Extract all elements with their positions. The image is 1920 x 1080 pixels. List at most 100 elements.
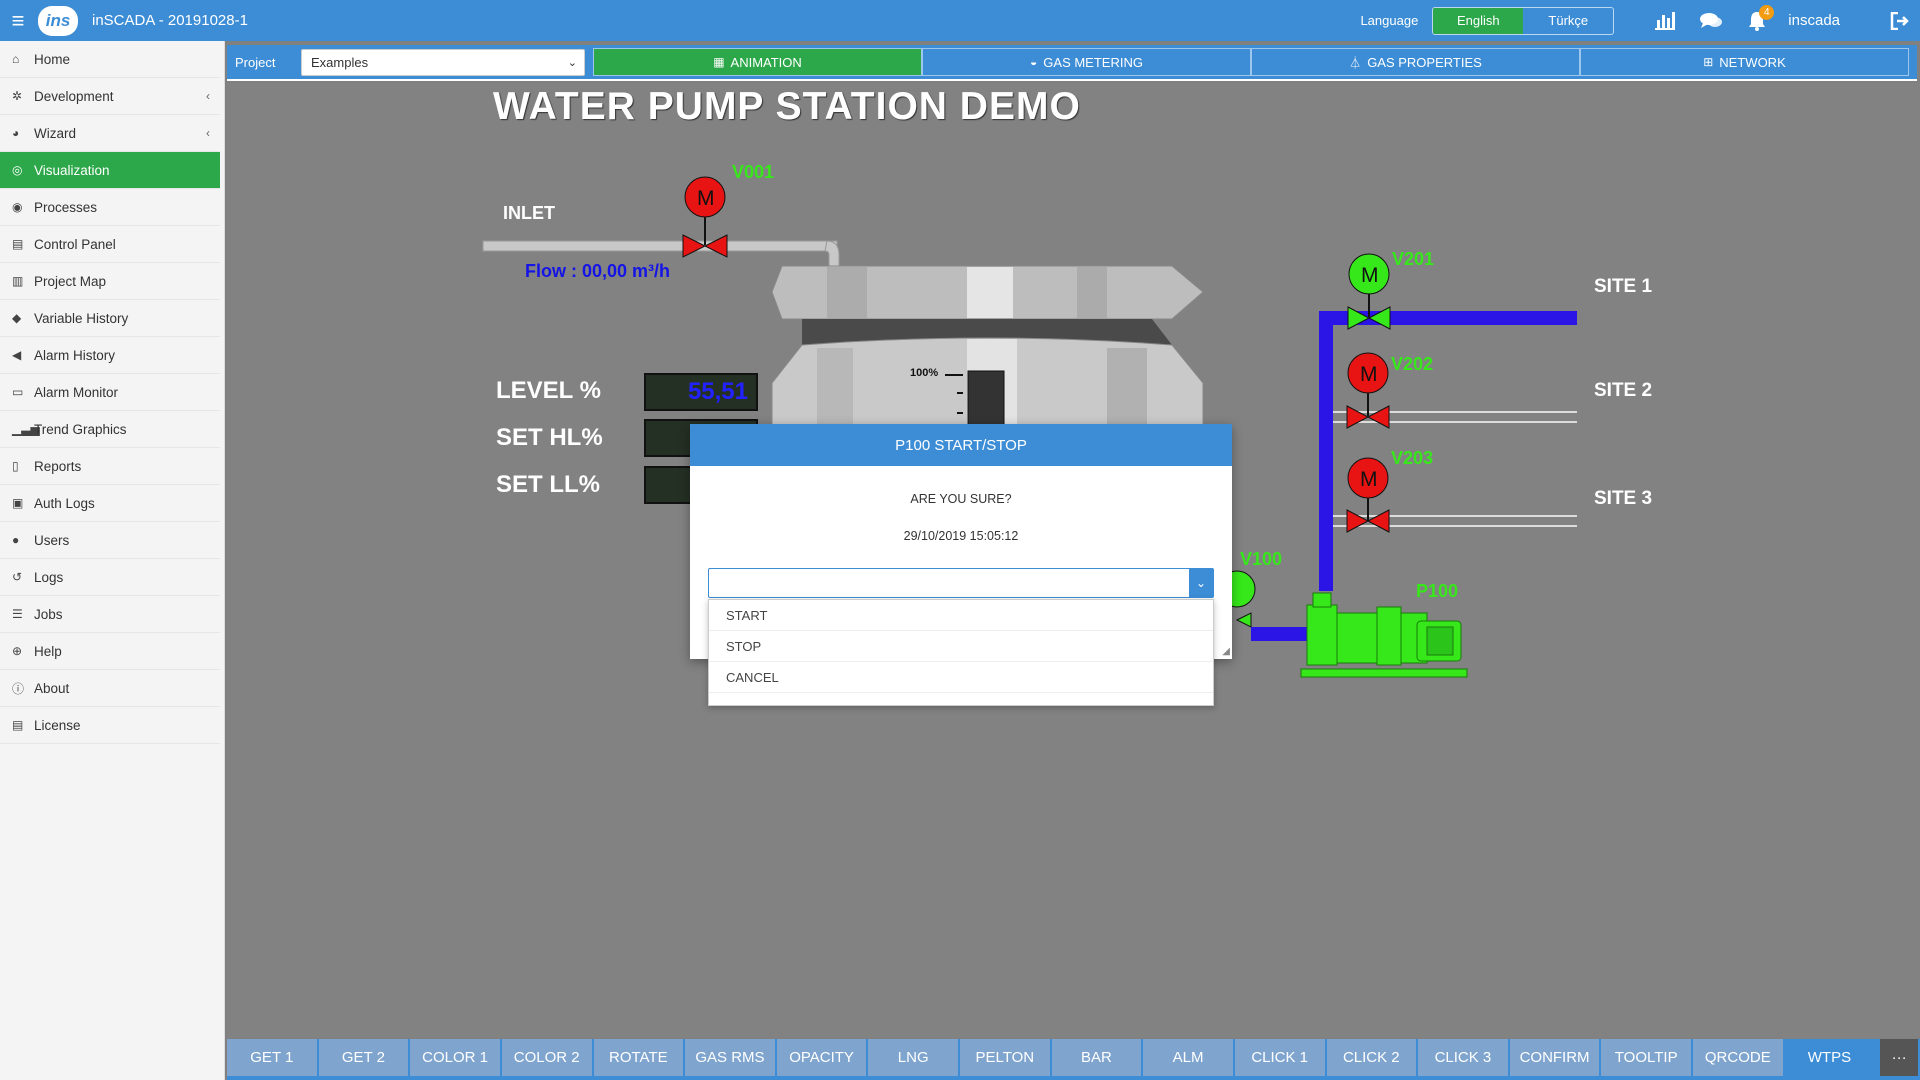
tab-tooltip[interactable]: TOOLTIP bbox=[1601, 1039, 1691, 1076]
sidebar-item-wizard[interactable]: ◕ Wizard ‹ bbox=[0, 115, 220, 152]
tab-gas-properties[interactable]: ⏃ GAS PROPERTIES bbox=[1251, 48, 1580, 76]
logout-icon[interactable] bbox=[1880, 0, 1920, 41]
valve-v202[interactable]: M bbox=[1346, 352, 1390, 429]
tab-click-1[interactable]: CLICK 1 bbox=[1234, 1039, 1325, 1076]
sidebar-item-alarm-history[interactable]: ◀ Alarm History bbox=[0, 337, 220, 374]
chevron-down-icon[interactable]: ⌄ bbox=[1189, 569, 1213, 597]
sidebar-item-label: Variable History bbox=[34, 310, 129, 326]
sidebar-item-license[interactable]: ▤ License bbox=[0, 707, 220, 744]
sidebar-item-processes[interactable]: ◉ Processes bbox=[0, 189, 220, 226]
sidebar-item-label: Processes bbox=[34, 199, 98, 215]
pdf-icon: ▯ bbox=[12, 459, 19, 473]
sidebar-item-logs[interactable]: ↺ Logs bbox=[0, 559, 220, 596]
bullhorn-icon: ◀ bbox=[12, 348, 22, 362]
sidebar-item-visualization[interactable]: ◎ Visualization bbox=[0, 152, 220, 189]
tab-label: NETWORK bbox=[1719, 54, 1786, 70]
pump-p100[interactable] bbox=[1300, 592, 1468, 678]
sidebar-item-control-panel[interactable]: ▤ Control Panel bbox=[0, 226, 220, 263]
tab-animation[interactable]: ▦ ANIMATION bbox=[593, 48, 922, 76]
sidebar-item-help[interactable]: ⊕ Help bbox=[0, 633, 220, 670]
v203-label: V203 bbox=[1391, 448, 1434, 468]
map-icon: ▥ bbox=[12, 274, 24, 288]
sidebar-item-project-map[interactable]: ▥ Project Map bbox=[0, 263, 220, 300]
sidebar-item-trend-graphics[interactable]: ▁▃▅ Trend Graphics bbox=[0, 411, 220, 448]
tab-confirm[interactable]: CONFIRM bbox=[1509, 1039, 1600, 1076]
tab-lng[interactable]: LNG bbox=[868, 1039, 958, 1076]
tab-get-2[interactable]: GET 2 bbox=[318, 1039, 409, 1076]
panel-icon: ▤ bbox=[12, 237, 24, 251]
tab-color-1[interactable]: COLOR 1 bbox=[410, 1039, 500, 1076]
language-english-button[interactable]: English bbox=[1433, 7, 1524, 34]
project-label: Project bbox=[235, 54, 276, 70]
tab-gas-metering[interactable]: ◒ GAS METERING bbox=[922, 48, 1251, 76]
v202-label: V202 bbox=[1391, 354, 1434, 374]
sidebar-item-users[interactable]: ● Users bbox=[0, 522, 220, 559]
language-label: Language bbox=[1360, 13, 1419, 28]
sidebar-item-development[interactable]: ✲ Development ‹ bbox=[0, 78, 220, 115]
user-menu[interactable]: inscada bbox=[1788, 12, 1840, 29]
option-cancel[interactable]: CANCEL bbox=[709, 662, 1213, 693]
chevron-left-icon: ‹ bbox=[206, 126, 210, 140]
tab-click-3[interactable]: CLICK 3 bbox=[1418, 1039, 1508, 1076]
sidebar-item-label: License bbox=[34, 717, 81, 733]
option-stop[interactable]: STOP bbox=[709, 631, 1213, 662]
bar-chart-icon[interactable] bbox=[1642, 0, 1688, 41]
top-bar: ≡ ins inSCADA - 20191028-1 Language Engl… bbox=[0, 0, 1920, 41]
dialog-title: P100 START/STOP bbox=[690, 424, 1232, 466]
sidebar-item-jobs[interactable]: ☰ Jobs bbox=[0, 596, 220, 633]
pipe-riser bbox=[1319, 311, 1333, 591]
resize-handle-icon[interactable]: ◢ bbox=[1222, 646, 1230, 657]
tab-rotate[interactable]: ROTATE bbox=[593, 1039, 684, 1076]
tab-pelton[interactable]: PELTON bbox=[960, 1039, 1050, 1076]
film-icon: ▦ bbox=[713, 55, 725, 69]
tab-color-2[interactable]: COLOR 2 bbox=[501, 1039, 592, 1076]
sidebar-item-label: Control Panel bbox=[34, 236, 116, 252]
sidebar-item-label: Development bbox=[34, 88, 114, 104]
tab-opacity[interactable]: OPACITY bbox=[776, 1039, 867, 1076]
language-switch: English Türkçe bbox=[1432, 6, 1615, 35]
option-start[interactable]: START bbox=[709, 600, 1213, 631]
dialog-datetime: 29/10/2019 15:05:12 bbox=[903, 529, 1019, 543]
more-tabs-button[interactable]: ··· bbox=[1880, 1039, 1919, 1076]
sidebar-item-about[interactable]: ⓘ About bbox=[0, 670, 220, 707]
valve-v001[interactable]: M bbox=[682, 176, 728, 258]
svg-text:M: M bbox=[1360, 468, 1378, 491]
action-select[interactable]: ⌄ bbox=[708, 568, 1214, 598]
sidebar-item-variable-history[interactable]: ◆ Variable History bbox=[0, 300, 220, 337]
tab-bar[interactable]: BAR bbox=[1051, 1039, 1142, 1076]
valve-v201[interactable]: M bbox=[1347, 253, 1391, 330]
chat-icon[interactable] bbox=[1688, 0, 1734, 41]
site3-label: SITE 3 bbox=[1594, 488, 1653, 509]
tab-gas-rms[interactable]: GAS RMS bbox=[685, 1039, 775, 1076]
valve-v203[interactable]: M bbox=[1346, 457, 1390, 533]
flask-icon: ⏃ bbox=[1349, 55, 1362, 70]
tab-network[interactable]: ⊞ NETWORK bbox=[1580, 48, 1909, 76]
tab-wtps[interactable]: WTPS bbox=[1784, 1039, 1875, 1076]
sidebar-item-auth-logs[interactable]: ▣ Auth Logs bbox=[0, 485, 220, 522]
inlet-label: INLET bbox=[503, 203, 555, 223]
sidebar-item-label: Help bbox=[34, 643, 62, 659]
p100-label: P100 bbox=[1416, 581, 1459, 601]
sidebar-item-home[interactable]: ⌂ Home bbox=[0, 41, 220, 78]
sidebar-item-label: About bbox=[34, 680, 70, 696]
sidebar-item-alarm-monitor[interactable]: ▭ Alarm Monitor bbox=[0, 374, 220, 411]
pump-inlet-pipe bbox=[1251, 627, 1311, 641]
chevron-left-icon: ‹ bbox=[206, 89, 210, 103]
tab-click-2[interactable]: CLICK 2 bbox=[1326, 1039, 1417, 1076]
lifebuoy-icon: ⊕ bbox=[12, 644, 23, 658]
notification-bell-icon[interactable]: 4 bbox=[1734, 0, 1780, 41]
language-turkish-button[interactable]: Türkçe bbox=[1523, 8, 1613, 34]
tab-qrcode[interactable]: QRCODE bbox=[1693, 1039, 1783, 1076]
tab-get-1[interactable]: GET 1 bbox=[227, 1039, 317, 1076]
tab-alm[interactable]: ALM bbox=[1143, 1039, 1233, 1076]
circle-icon: ◉ bbox=[12, 200, 23, 214]
sidebar-item-reports[interactable]: ▯ Reports bbox=[0, 448, 220, 485]
menu-toggle-icon[interactable]: ≡ bbox=[0, 0, 36, 41]
wizard-icon: ◕ bbox=[12, 126, 20, 140]
notification-badge: 4 bbox=[1759, 5, 1775, 20]
sidebar-item-label: Alarm History bbox=[34, 347, 116, 363]
dialog-question: ARE YOU SURE? bbox=[910, 492, 1012, 506]
project-select-value: Examples bbox=[311, 54, 369, 70]
project-select[interactable]: Examples ⌄ bbox=[301, 48, 585, 76]
project-tabs: ▦ ANIMATION ◒ GAS METERING ⏃ GAS PROPERTIES… bbox=[593, 48, 1909, 76]
